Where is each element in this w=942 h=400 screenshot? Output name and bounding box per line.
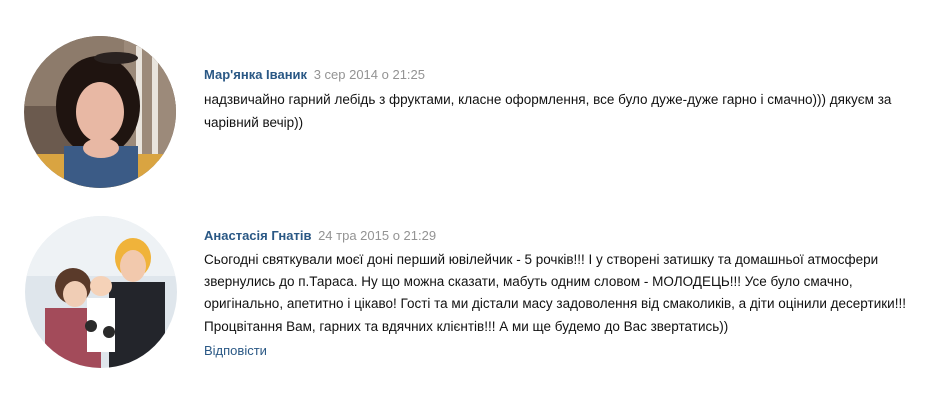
- comment-meta: Мар'янка Іваник 3 сер 2014 о 21:25: [204, 67, 932, 83]
- comment-item: Мар'янка Іваник 3 сер 2014 о 21:25 надзв…: [0, 0, 942, 200]
- comment-body: Мар'янка Іваник 3 сер 2014 о 21:25 надзв…: [204, 67, 932, 134]
- author-link[interactable]: Анастасія Гнатів: [204, 228, 311, 243]
- avatar-photo: [25, 216, 177, 368]
- comment-text: Сьогодні святкували моєї доні перший юві…: [204, 252, 906, 334]
- author-link[interactable]: Мар'янка Іваник: [204, 67, 307, 82]
- avatar-photo: [24, 36, 176, 188]
- comment-meta: Анастасія Гнатів 24 тра 2015 о 21:29: [204, 228, 932, 244]
- comment-body: Анастасія Гнатів 24 тра 2015 о 21:29 Сьо…: [204, 228, 932, 360]
- comment-date[interactable]: 3 сер 2014 о 21:25: [314, 67, 425, 82]
- reply-link[interactable]: Відповісти: [204, 342, 267, 360]
- comment-text: надзвичайно гарний лебідь з фруктами, кл…: [204, 92, 892, 130]
- avatar[interactable]: [24, 36, 176, 188]
- comment-item: Анастасія Гнатів 24 тра 2015 о 21:29 Сьо…: [0, 200, 942, 400]
- comment-date[interactable]: 24 тра 2015 о 21:29: [318, 228, 436, 243]
- avatar[interactable]: [25, 216, 177, 368]
